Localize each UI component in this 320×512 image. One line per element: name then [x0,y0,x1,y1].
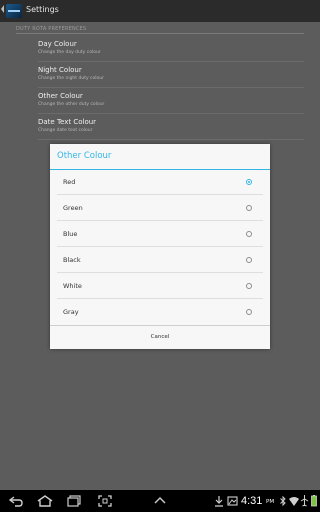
bluetooth-icon [280,495,286,507]
pref-day-colour[interactable]: Day Colour Change the day duty colour [38,40,288,56]
pref-summary: Change the night duty colour [38,76,104,81]
option-black[interactable]: Black [50,248,270,273]
radio-unchecked-icon[interactable] [246,309,252,315]
app-icon[interactable] [6,4,22,18]
option-gray[interactable]: Gray [50,300,270,325]
pref-divider [38,113,304,114]
chevron-up-icon[interactable] [152,494,168,508]
option-divider [57,246,263,247]
section-header: DUTY ROTA PREFERENCES [16,26,87,32]
option-label: Black [63,256,81,264]
section-divider [16,33,304,34]
radio-checked-icon[interactable] [246,179,252,185]
pref-summary: Change date text colour [38,128,93,133]
wifi-icon [289,497,299,506]
system-navigation-bar: 4:31 PM [0,490,320,512]
option-white[interactable]: White [50,274,270,299]
pref-divider [38,61,304,62]
back-icon[interactable] [8,494,24,508]
clock-ampm: PM [266,499,275,505]
back-chevron-icon[interactable] [1,5,4,13]
option-divider [57,272,263,273]
colour-dialog: Other Colour Red Green Blue Black White … [50,144,270,349]
dialog-title: Other Colour [57,151,112,161]
option-label: Green [63,204,83,212]
pref-date-text-colour[interactable]: Date Text Colour Change date text colour [38,118,288,134]
recent-apps-icon[interactable] [66,494,82,508]
option-label: Blue [63,230,78,238]
radio-unchecked-icon[interactable] [246,283,252,289]
pref-summary: Change the other duty colour [38,102,105,107]
pref-title: Day Colour [38,40,77,48]
image-icon [227,496,238,506]
pref-title: Other Colour [38,92,83,100]
option-label: Gray [63,308,79,316]
radio-unchecked-icon[interactable] [246,257,252,263]
option-label: White [63,282,82,290]
battery-icon [311,495,317,507]
pref-other-colour[interactable]: Other Colour Change the other duty colou… [38,92,288,108]
option-red[interactable]: Red [50,170,270,195]
radio-unchecked-icon[interactable] [246,205,252,211]
clock-time: 4:31 [241,495,263,507]
pref-summary: Change the day duty colour [38,50,101,55]
airplane-icon [300,495,309,507]
download-icon [215,496,223,507]
pref-divider [38,87,304,88]
pref-title: Date Text Colour [38,118,97,126]
radio-unchecked-icon[interactable] [246,231,252,237]
pref-night-colour[interactable]: Night Colour Change the night duty colou… [38,66,288,82]
option-blue[interactable]: Blue [50,222,270,247]
page-title: Settings [26,5,59,14]
home-icon[interactable] [36,494,54,508]
option-label: Red [63,178,76,186]
option-divider [57,220,263,221]
screenshot-icon[interactable] [97,494,113,508]
option-green[interactable]: Green [50,196,270,221]
action-bar: Settings [0,0,320,22]
pref-divider [38,139,304,140]
pref-title: Night Colour [38,66,82,74]
cancel-button[interactable]: Cancel [50,326,270,349]
option-divider [57,298,263,299]
option-divider [57,194,263,195]
